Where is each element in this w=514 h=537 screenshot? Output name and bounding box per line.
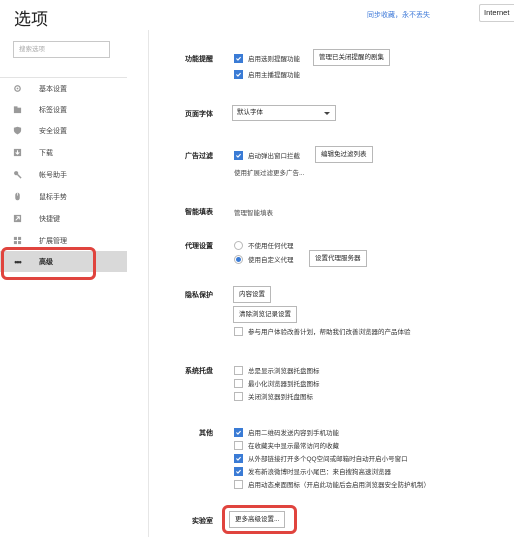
checkbox[interactable] <box>234 365 243 375</box>
section-label-features: 功能提醒 <box>185 56 213 63</box>
section-label-adfilter: 广告过滤 <box>185 153 213 160</box>
sidebar-item-tabs[interactable]: 标签设置 <box>0 99 127 120</box>
section-label-lab: 实验室 <box>192 518 213 525</box>
sidebar-item-label: 帐号助手 <box>39 171 67 179</box>
checkbox-label: 启用主播提醒功能 <box>248 72 300 79</box>
sidebar-item-basic[interactable]: 基本设置 <box>0 78 127 99</box>
checkbox-label: 启动弹出窗口拦截 <box>248 153 300 160</box>
checkbox[interactable] <box>234 479 243 489</box>
checkbox-label: 启用动态桌面图标（开启此功能后会启用浏览器安全防护机制） <box>248 482 430 489</box>
checkbox-label: 从外部链接打开多个QQ空间或邮箱时自动开启小号窗口 <box>248 456 408 463</box>
key-icon <box>13 170 22 179</box>
checkbox-label: 启用选则提醒功能 <box>248 56 300 63</box>
sync-link[interactable]: 同步收藏，永不丢失 <box>367 10 430 20</box>
sidebar-item-label: 快捷键 <box>39 215 60 223</box>
checkbox-label: 在收藏夹中显示最常访问的收藏 <box>248 443 339 450</box>
section-label-other: 其他 <box>199 430 213 437</box>
sidebar-item-label: 扩展管理 <box>39 237 67 245</box>
sidebar-item-label: 高级 <box>39 258 53 266</box>
clear-history-button[interactable]: 清除浏览记录设置 <box>233 306 297 323</box>
section-label-font: 页面字体 <box>185 111 213 118</box>
chevron-down-icon <box>324 112 330 115</box>
sidebar-item-download[interactable]: 下载 <box>0 142 127 163</box>
checkbox[interactable] <box>234 466 243 476</box>
checkbox[interactable] <box>234 378 243 388</box>
sidebar-item-extensions[interactable]: 扩展管理 <box>0 230 127 251</box>
features-option-2[interactable]: 启用主播提醒功能 <box>234 69 300 79</box>
sidebar-item-advanced[interactable]: ••• 高级 <box>0 251 127 272</box>
radio-button[interactable] <box>234 240 243 250</box>
adfilter-option-1[interactable]: 启动弹出窗口拦截 <box>234 150 300 160</box>
sidebar-item-label: 安全设置 <box>39 127 67 135</box>
manage-smartfill-link[interactable]: 管理智能填表 <box>234 207 273 217</box>
font-select-value: 默认字体 <box>237 109 263 116</box>
checkbox[interactable] <box>234 150 243 160</box>
sidebar-item-label: 下载 <box>39 149 53 157</box>
other-option-4[interactable]: 发布新浪微博时显示小尾巴：来自搜狗高速浏览器 <box>234 466 391 476</box>
checkbox-label: 发布新浪微博时显示小尾巴：来自搜狗高速浏览器 <box>248 469 391 476</box>
other-option-5[interactable]: 启用动态桌面图标（开启此功能后会启用浏览器安全防护机制） <box>234 479 430 489</box>
checkbox[interactable] <box>234 391 243 401</box>
section-label-tray: 系统托盘 <box>185 368 213 375</box>
search-input[interactable] <box>14 42 109 57</box>
extension-icon <box>13 236 22 245</box>
sidebar: 基本设置 标签设置 安全设置 下载 帐号助手 鼠标手势 快捷键 扩展管理 •••… <box>0 77 127 537</box>
manage-closed-reminders-button[interactable]: 管理已关闭提醒的剧集 <box>313 49 390 66</box>
sidebar-item-label: 标签设置 <box>39 106 67 114</box>
content-settings-button[interactable]: 内容设置 <box>233 286 271 303</box>
edit-whitelist-button[interactable]: 编辑免过滤列表 <box>315 146 373 163</box>
checkbox[interactable] <box>234 69 243 79</box>
tab-icon <box>13 105 22 114</box>
checkbox[interactable] <box>234 440 243 450</box>
radio-label: 不使用任何代理 <box>248 243 294 250</box>
gear-icon <box>13 84 22 93</box>
more-advanced-settings-button[interactable]: 更多高级设置... <box>229 511 286 528</box>
proxy-option-custom[interactable]: 使用自定义代理 <box>234 254 294 264</box>
download-icon <box>13 148 22 157</box>
section-label-privacy: 隐私保护 <box>185 292 213 299</box>
sidebar-item-label: 基本设置 <box>39 85 67 93</box>
radio-label: 使用自定义代理 <box>248 257 294 264</box>
font-select[interactable]: 默认字体 <box>232 105 336 121</box>
tray-option-1[interactable]: 总是显示浏览器托盘图标 <box>234 365 320 375</box>
sidebar-item-shortcuts[interactable]: 快捷键 <box>0 208 127 229</box>
checkbox[interactable] <box>234 427 243 437</box>
search-box[interactable] <box>13 41 110 58</box>
internet-tab[interactable]: Internet <box>479 4 514 22</box>
content-divider <box>148 30 149 537</box>
proxy-server-button[interactable]: 设置代理服务器 <box>309 250 367 267</box>
sidebar-item-gestures[interactable]: 鼠标手势 <box>0 186 127 207</box>
other-option-2[interactable]: 在收藏夹中显示最常访问的收藏 <box>234 440 339 450</box>
sidebar-item-label: 鼠标手势 <box>39 193 67 201</box>
checkbox[interactable] <box>234 53 243 63</box>
features-option-1[interactable]: 启用选则提醒功能 <box>234 53 300 63</box>
checkbox[interactable] <box>234 453 243 463</box>
shortcut-icon <box>13 214 22 223</box>
checkbox-label: 启用二维码发送内容到手机功能 <box>248 430 339 437</box>
adfilter-note-link[interactable]: 使用扩展过滤更多广告... <box>234 167 304 177</box>
checkbox-label: 关闭浏览器到托盘图标 <box>248 394 313 401</box>
tray-option-2[interactable]: 最小化浏览器到托盘图标 <box>234 378 320 388</box>
checkbox[interactable] <box>234 326 243 336</box>
top-bar: 选项 同步收藏，永不丢失 Internet <box>0 0 514 30</box>
radio-button[interactable] <box>234 254 243 264</box>
dots-icon: ••• <box>14 256 21 267</box>
section-label-smartfill: 智能填表 <box>185 209 213 216</box>
sidebar-item-security[interactable]: 安全设置 <box>0 120 127 141</box>
checkbox-label: 参与用户体验改善计划，帮助我们改善浏览器的产品体验 <box>248 329 411 336</box>
other-option-3[interactable]: 从外部链接打开多个QQ空间或邮箱时自动开启小号窗口 <box>234 453 408 463</box>
shield-icon <box>13 126 22 135</box>
sidebar-item-account[interactable]: 帐号助手 <box>0 164 127 185</box>
checkbox-label: 总是显示浏览器托盘图标 <box>248 368 320 375</box>
tray-option-3[interactable]: 关闭浏览器到托盘图标 <box>234 391 313 401</box>
other-option-1[interactable]: 启用二维码发送内容到手机功能 <box>234 427 339 437</box>
checkbox-label: 最小化浏览器到托盘图标 <box>248 381 320 388</box>
section-label-proxy: 代理设置 <box>185 243 213 250</box>
privacy-option-1[interactable]: 参与用户体验改善计划，帮助我们改善浏览器的产品体验 <box>234 326 411 336</box>
page-title: 选项 <box>14 10 48 29</box>
proxy-option-none[interactable]: 不使用任何代理 <box>234 240 294 250</box>
mouse-icon <box>13 192 22 201</box>
